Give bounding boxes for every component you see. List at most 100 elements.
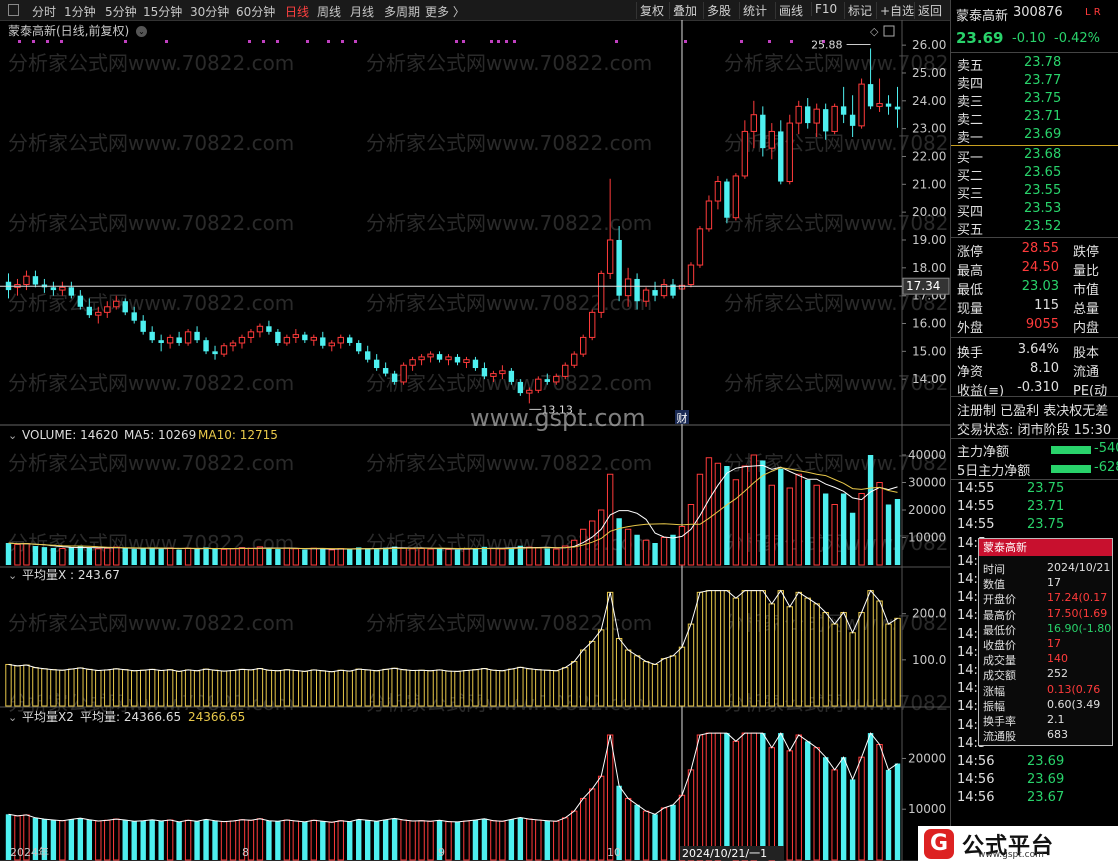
period-toolbar: 分时 1分钟 5分钟 15分钟 30分钟 60分钟 日线 周线 月线 多周期 更多 〉 复权 叠加 多股统… <box>0 0 950 21</box>
event-marker-15 <box>490 40 493 43</box>
stat-label2-4: 内盘 <box>1073 321 1100 336</box>
avgx-bar-17 <box>157 670 165 707</box>
tick-row-1: 14:55 23.71 <box>951 499 1118 518</box>
volume-bar-88 <box>795 473 802 566</box>
volume-bar-63 <box>571 539 578 566</box>
event-marker-3 <box>60 40 63 43</box>
kline-chart[interactable]: 分析家公式网www.70822.com 分析家公式网www.70822.com 分析… <box>0 20 950 861</box>
ask-row-3: 卖二 23.71 <box>951 109 1118 128</box>
tab-period-8[interactable]: 月线 <box>350 3 374 20</box>
candle-body-85 <box>768 130 775 149</box>
volume-bar-31 <box>283 547 291 566</box>
avgx2-bar-25 <box>229 820 237 861</box>
event-marker-17 <box>505 40 508 43</box>
avgx-label: 平均量X : 243.67 <box>22 568 120 582</box>
tick-price-0: 23.75 <box>1027 481 1065 496</box>
avgx-bar-21 <box>193 670 201 707</box>
volume-bar-4 <box>41 547 48 565</box>
volume-bar-62 <box>562 545 569 566</box>
layout-toggle-icon[interactable] <box>883 25 895 37</box>
toolbar-button-7[interactable]: +自选 <box>876 2 917 19</box>
tick-price-16: 23.69 <box>1027 772 1065 788</box>
tab-period-9[interactable]: 多周期 <box>384 3 420 20</box>
candle-body-77 <box>696 228 704 266</box>
toolbar-button-2[interactable]: 多股 <box>703 2 734 19</box>
candle-body-91 <box>822 109 829 132</box>
toolbar-button-8[interactable]: 返回 <box>914 2 945 19</box>
tab-period-1[interactable]: 1分钟 <box>64 3 96 20</box>
tab-period-0[interactable]: 分时 <box>32 3 56 20</box>
bid-label-2: 买三 <box>957 187 984 202</box>
ask-row-4: 卖一 23.69 <box>951 127 1118 146</box>
avgx-bar-13 <box>122 669 129 707</box>
x-axis-label-0: 2024年 <box>10 845 49 859</box>
candle-body-21 <box>194 331 200 341</box>
tooltip-value-4: 16.90(-1.80 <box>1047 621 1112 635</box>
avgx-bar-12 <box>113 668 120 707</box>
panel-toggle-icon[interactable] <box>8 4 19 16</box>
candle-body-37 <box>337 336 344 344</box>
avgx-bar-62 <box>562 667 569 707</box>
tab-period-10[interactable]: 更多 〉 <box>425 3 465 20</box>
tab-period-5[interactable]: 60分钟 <box>236 3 275 20</box>
candle-body-92 <box>831 105 838 132</box>
event-marker-10 <box>327 40 330 43</box>
toolbar-button-5[interactable]: F10 <box>811 2 840 16</box>
candle-body-96 <box>867 84 874 107</box>
volume-tick-label-2: 20000 <box>908 503 946 517</box>
volume-bar-43 <box>391 546 398 565</box>
toolbar-button-6[interactable]: 标记 <box>844 2 875 19</box>
tooltip-label-0: 时间 <box>983 563 1005 576</box>
avgx-bar-83 <box>750 590 758 707</box>
volume-bar-6 <box>59 548 66 566</box>
toolbar-button-1[interactable]: 叠加 <box>669 2 700 19</box>
candle-body-67 <box>606 239 614 274</box>
candle-body-86 <box>778 131 784 182</box>
tab-period-2[interactable]: 5分钟 <box>105 3 137 20</box>
candle-body-15 <box>140 320 146 332</box>
volume-bar-67 <box>606 473 614 566</box>
avgx2-bar-12 <box>113 818 120 861</box>
avgx-bar-50 <box>454 670 461 707</box>
price-tick-label-2: 24.00 <box>912 94 946 108</box>
volume-bar-51 <box>463 548 470 566</box>
avgx-bar-10 <box>95 670 102 707</box>
candle-body-70 <box>634 278 640 302</box>
tab-period-6[interactable]: 日线 <box>285 3 309 20</box>
tab-period-7[interactable]: 周线 <box>317 3 341 20</box>
tick-row-15: 14:56 23.69 <box>951 754 1118 773</box>
main-flow-label-1: 5日主力净额 <box>957 464 1031 479</box>
volume-bar-7 <box>68 547 75 565</box>
avgx2-bar-43 <box>391 818 398 860</box>
volume-bar-60 <box>544 548 550 565</box>
candle-body-54 <box>490 373 497 377</box>
avgx-bar-15 <box>139 669 147 707</box>
avgx2-bar-35 <box>320 821 326 860</box>
event-marker-21 <box>740 40 743 43</box>
avgx2-bar-85 <box>768 747 775 861</box>
stat-row-2: 最低 23.03 市值 <box>951 279 1118 298</box>
tab-period-3[interactable]: 15分钟 <box>143 3 182 20</box>
ask-label-2: 卖三 <box>957 95 984 110</box>
stat-value-6: 8.10 <box>1030 361 1059 376</box>
volume-bar-16 <box>149 547 155 565</box>
volume-bar-11 <box>104 547 111 566</box>
separator <box>951 337 1118 338</box>
stock-change: -0.10 <box>1012 31 1046 46</box>
tooltip-label-3: 最高价 <box>983 608 1016 622</box>
tooltip-label-11: 流通股 <box>983 730 1016 744</box>
tick-time-16: 14:56 <box>957 772 995 788</box>
main-flow-row-0: 主力净额 -540 <box>951 441 1118 460</box>
candle-body-12 <box>113 300 120 308</box>
avgx-bar-48 <box>436 669 443 707</box>
toolbar-button-4[interactable]: 画线 <box>775 2 806 19</box>
candle-body-23 <box>212 351 218 355</box>
toolbar-button-3[interactable]: 统计 <box>739 2 770 19</box>
tab-period-4[interactable]: 30分钟 <box>190 3 229 20</box>
separator <box>951 479 1118 480</box>
volume-bar-10 <box>95 548 102 566</box>
avgx2-bar-56 <box>508 819 515 860</box>
avgx-bar-49 <box>445 670 452 707</box>
flags-row: 注册制 已盈利 表决权无差 <box>951 400 1118 419</box>
toolbar-button-0[interactable]: 复权 <box>636 2 667 19</box>
